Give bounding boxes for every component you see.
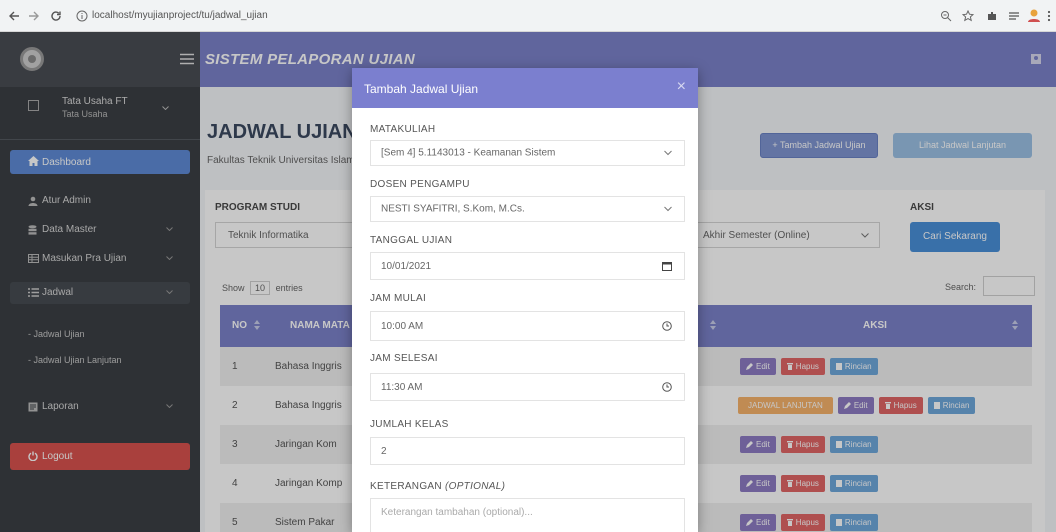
close-icon[interactable]: × — [677, 78, 686, 96]
keterangan-label: KETERANGAN (OPTIONAL) — [370, 481, 505, 492]
jam-selesai-label: JAM SELESAI — [370, 353, 438, 364]
matakuliah-value: [Sem 4] 5.1143013 - Keamanan Sistem — [381, 147, 556, 159]
modal-title: Tambah Jadwal Ujian — [364, 82, 479, 96]
jam-mulai-label: JAM MULAI — [370, 293, 427, 304]
add-schedule-modal: Tambah Jadwal Ujian × MATAKULIAH [Sem 4]… — [352, 68, 698, 532]
zoom-icon[interactable] — [940, 10, 952, 22]
tanggal-ujian-input[interactable] — [371, 253, 651, 279]
chevron-down-icon — [664, 206, 672, 212]
jam-selesai-field[interactable] — [370, 373, 685, 401]
jumlah-kelas-field[interactable] — [370, 437, 685, 465]
jam-mulai-input[interactable] — [371, 312, 651, 340]
clock-icon[interactable] — [662, 321, 672, 331]
info-icon[interactable] — [76, 10, 88, 22]
clock-icon[interactable] — [662, 382, 672, 392]
back-icon[interactable] — [8, 10, 20, 22]
tanggal-ujian-field[interactable] — [370, 252, 685, 280]
calendar-icon[interactable] — [662, 261, 672, 271]
reading-list-icon[interactable] — [1008, 10, 1020, 22]
forward-icon[interactable] — [28, 10, 40, 22]
matakuliah-label: MATAKULIAH — [370, 124, 436, 135]
more-icon[interactable] — [1047, 10, 1051, 22]
dosen-pengampu-value: NESTI SYAFITRI, S.Kom, M.Cs. — [381, 203, 525, 215]
address-bar[interactable]: localhost/myujianproject/tu/jadwal_ujian — [92, 10, 268, 21]
jam-selesai-input[interactable] — [371, 374, 651, 400]
keterangan-textarea[interactable] — [371, 499, 651, 532]
browser-toolbar: localhost/myujianproject/tu/jadwal_ujian — [0, 0, 1056, 32]
reload-icon[interactable] — [50, 10, 62, 22]
keterangan-optional-text: (OPTIONAL) — [444, 481, 506, 492]
dosen-pengampu-select[interactable]: NESTI SYAFITRI, S.Kom, M.Cs. — [370, 196, 685, 222]
modal-header: Tambah Jadwal Ujian × — [352, 68, 698, 108]
jam-mulai-field[interactable] — [370, 311, 685, 341]
profile-avatar-icon[interactable] — [1027, 8, 1041, 23]
tanggal-ujian-label: TANGGAL UJIAN — [370, 235, 453, 246]
extension-icon[interactable] — [986, 10, 998, 22]
dosen-pengampu-label: DOSEN PENGAMPU — [370, 179, 470, 190]
chevron-down-icon — [664, 150, 672, 156]
jumlah-kelas-label: JUMLAH KELAS — [370, 419, 449, 430]
star-icon[interactable] — [962, 10, 974, 22]
keterangan-field[interactable] — [370, 498, 685, 532]
keterangan-label-text: KETERANGAN — [370, 481, 445, 492]
jumlah-kelas-input[interactable] — [371, 438, 651, 464]
matakuliah-select[interactable]: [Sem 4] 5.1143013 - Keamanan Sistem — [370, 140, 685, 166]
